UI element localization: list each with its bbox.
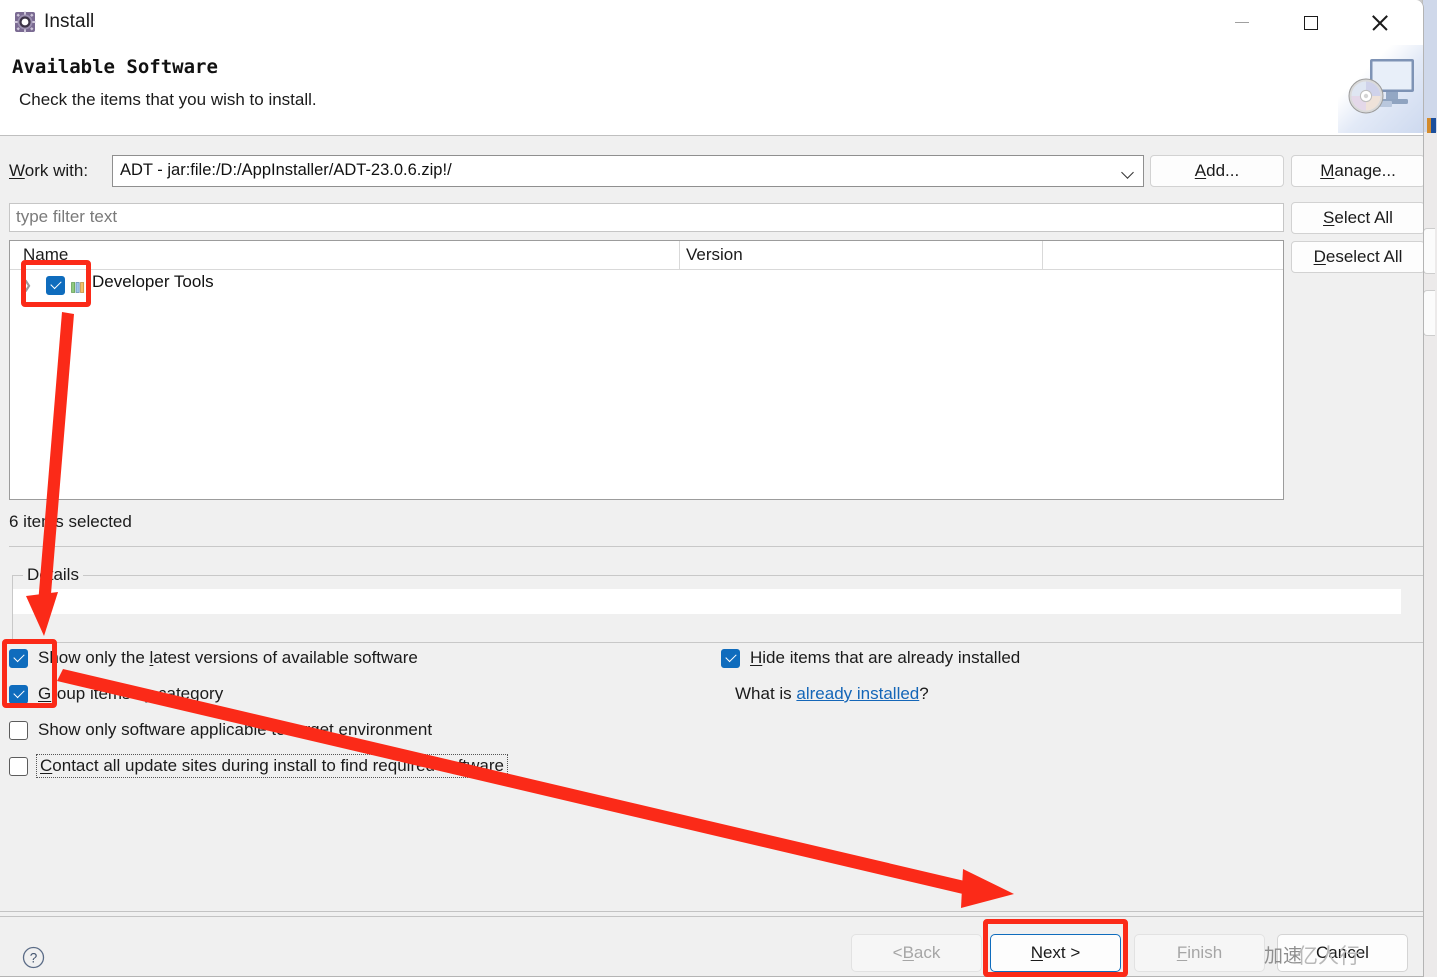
screenshot-root: Install Available Software Check the ite… (0, 0, 1437, 977)
annotation-arrow-down (26, 312, 74, 636)
annotation-arrows (26, 312, 1014, 908)
annotation-arrow-diagonal (57, 669, 1014, 908)
